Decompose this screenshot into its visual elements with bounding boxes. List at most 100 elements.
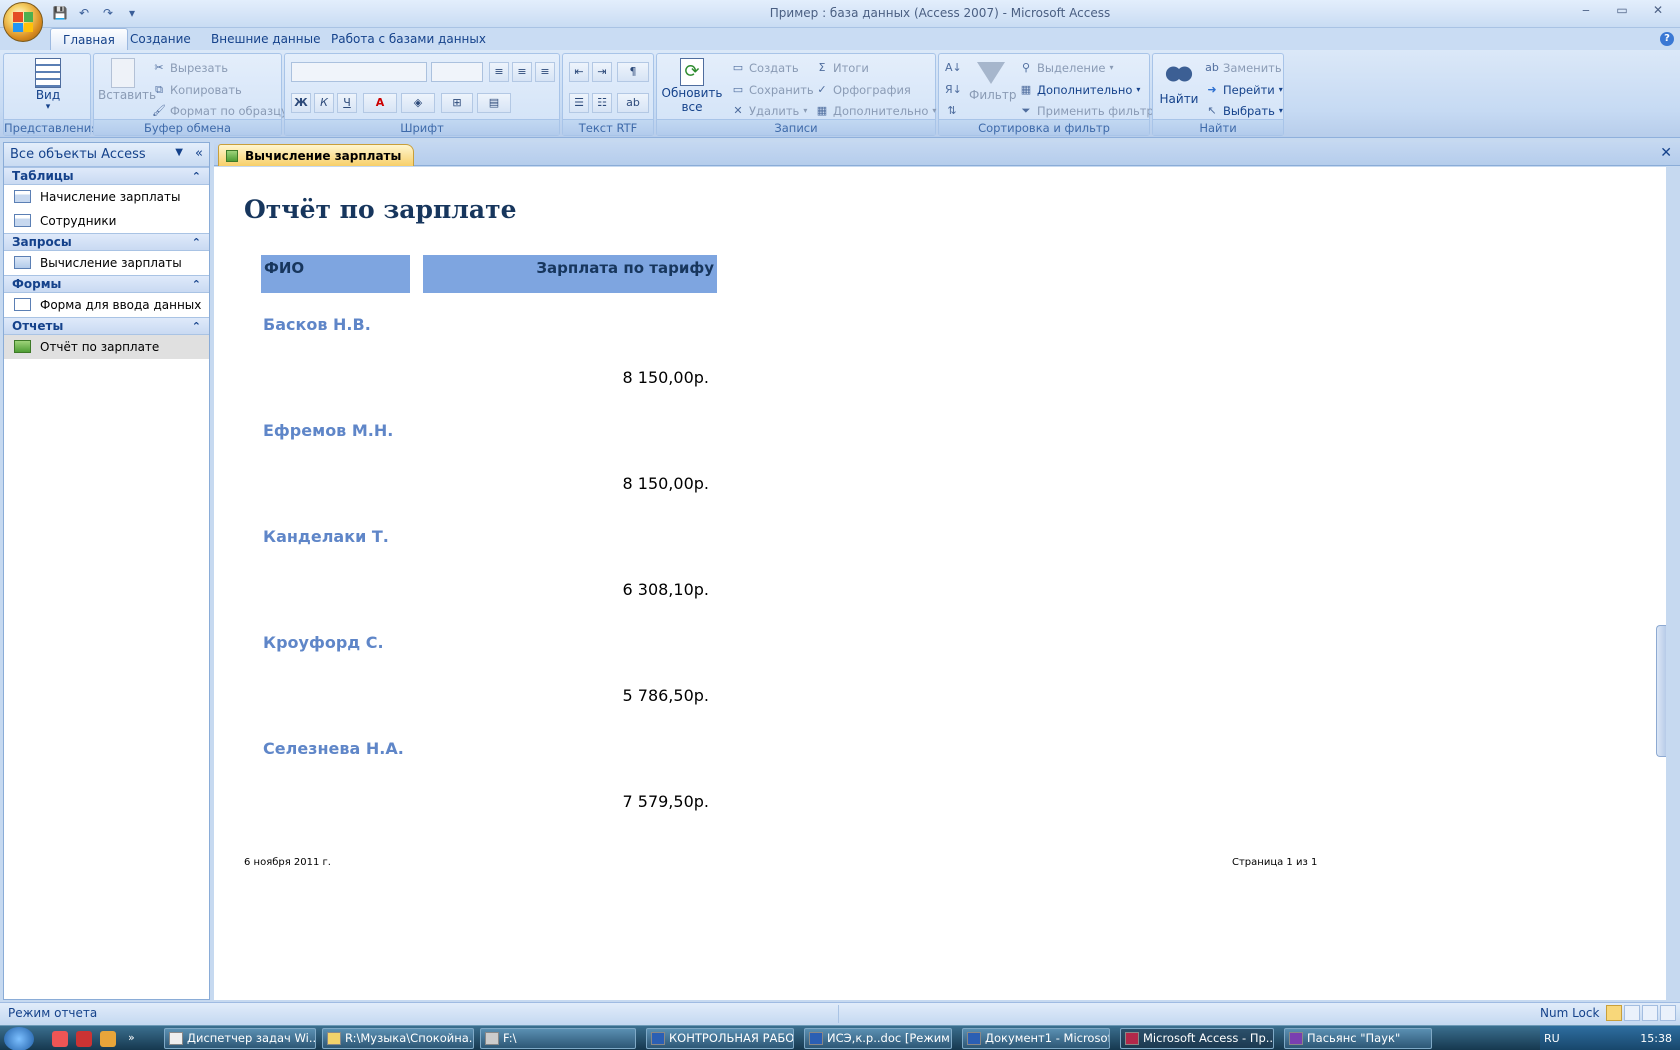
- taskbar-button[interactable]: КОНТРОЛЬНАЯ РАБО...: [646, 1028, 794, 1049]
- refresh-all-label: Обновить все: [661, 86, 723, 114]
- paste-button[interactable]: Вставить: [98, 58, 156, 102]
- minimize-button[interactable]: ‒: [1568, 0, 1604, 20]
- table-icon: [14, 214, 31, 227]
- maximize-button[interactable]: ▭: [1604, 0, 1640, 20]
- new-record-button[interactable]: ▭ Создать: [731, 58, 799, 78]
- font-size-select[interactable]: [431, 62, 483, 82]
- nav-group-forms[interactable]: Формы ⌃: [4, 275, 209, 293]
- font-name-select[interactable]: [291, 62, 427, 82]
- query-icon: [14, 256, 31, 269]
- decrease-indent-icon[interactable]: ⇤: [569, 62, 589, 82]
- cut-button[interactable]: ✂ Вырезать: [152, 58, 228, 78]
- underline-button[interactable]: Ч: [337, 93, 357, 113]
- totals-button[interactable]: Σ Итоги: [815, 58, 869, 78]
- select-button[interactable]: ↖ Выбрать ▾: [1205, 101, 1283, 121]
- nav-item-salary-table[interactable]: Начисление зарплаты: [4, 185, 209, 209]
- selection-icon: ⚲: [1021, 61, 1031, 74]
- sort-descending-icon[interactable]: Я↓: [945, 80, 962, 100]
- nav-group-reports[interactable]: Отчеты ⌃: [4, 317, 209, 335]
- collapse-pane-icon[interactable]: «: [195, 146, 203, 161]
- view-icon: [35, 58, 61, 88]
- view-button[interactable]: Вид ▾: [18, 58, 78, 112]
- toggle-filter-button[interactable]: ⏷ Применить фильтр: [1019, 101, 1154, 121]
- chevron-down-icon: ▾: [1278, 85, 1283, 94]
- more-records-button[interactable]: ▦ Дополнительно ▾: [815, 101, 937, 121]
- clock[interactable]: 15:38: [1640, 1032, 1672, 1045]
- taskbar-button-label: Диспетчер задач Wi...: [187, 1031, 316, 1045]
- highlight-icon[interactable]: ab: [617, 93, 649, 113]
- nav-item-label: Вычисление зарплаты: [40, 256, 182, 270]
- help-icon[interactable]: ?: [1660, 32, 1674, 46]
- gridlines-icon[interactable]: ⊞: [441, 93, 473, 113]
- quicklaunch-opera-icon[interactable]: [52, 1031, 68, 1047]
- group-rtf-label: Текст RTF: [563, 119, 653, 135]
- print-preview-icon[interactable]: [1624, 1005, 1640, 1021]
- nav-pane-header[interactable]: Все объекты Access ▼ «: [4, 143, 209, 167]
- layout-view-icon[interactable]: [1642, 1005, 1658, 1021]
- nav-item-employees[interactable]: Сотрудники: [4, 209, 209, 233]
- font-color-button[interactable]: A: [363, 93, 397, 113]
- quicklaunch-app-icon[interactable]: [76, 1031, 92, 1047]
- replace-button[interactable]: ab Заменить: [1205, 58, 1282, 78]
- close-document-icon[interactable]: ✕: [1660, 145, 1672, 161]
- quicklaunch-app2-icon[interactable]: [100, 1031, 116, 1047]
- tab-salary-calculation[interactable]: Вычисление зарплаты: [218, 144, 415, 166]
- taskbar-button[interactable]: Документ1 - Microsof...: [962, 1028, 1110, 1049]
- taskbar-button-active[interactable]: Microsoft Access - Пр...: [1120, 1028, 1274, 1049]
- group-records: ⟳ Обновить все ▭ Создать ▭ Сохранить ✕ Удал…: [656, 53, 936, 136]
- taskbar-button-label: ИСЭ,к.р..doc [Режим ...: [827, 1031, 952, 1045]
- tab-home[interactable]: Главная: [50, 28, 128, 50]
- chevron-down-icon: ▾: [803, 106, 808, 115]
- start-button[interactable]: [4, 1027, 34, 1050]
- nav-item-input-form[interactable]: Форма для ввода данных: [4, 293, 209, 317]
- align-right-icon[interactable]: ≡: [535, 62, 555, 82]
- nav-item-salary-report[interactable]: Отчёт по зарплате: [4, 335, 209, 359]
- spelling-button[interactable]: ✓ Орфография: [815, 80, 910, 100]
- delete-button[interactable]: ✕ Удалить ▾: [731, 101, 807, 121]
- goto-button[interactable]: ➜ Перейти ▾: [1205, 80, 1283, 100]
- report-view-icon[interactable]: [1606, 1005, 1622, 1021]
- quicklaunch-more-icon[interactable]: »: [128, 1031, 144, 1047]
- nav-item-salary-query[interactable]: Вычисление зарплаты: [4, 251, 209, 275]
- new-record-icon: ▭: [732, 61, 744, 74]
- format-painter-button[interactable]: 🖌 Формат по образцу: [152, 101, 288, 121]
- advanced-filter-button[interactable]: ▦ Дополнительно ▾: [1019, 80, 1141, 100]
- sort-ascending-icon[interactable]: A↓: [945, 58, 962, 78]
- employee-name: Кроуфорд С.: [263, 633, 384, 652]
- office-button[interactable]: [3, 2, 43, 42]
- align-left-icon[interactable]: ≡: [489, 62, 509, 82]
- clear-sort-icon[interactable]: ⇅: [945, 101, 959, 121]
- nav-item-label: Форма для ввода данных: [40, 298, 202, 312]
- scrollbar-handle[interactable]: [1656, 625, 1666, 757]
- bold-button[interactable]: Ж: [291, 93, 311, 113]
- italic-button[interactable]: К: [314, 93, 334, 113]
- tab-create[interactable]: Создание: [118, 28, 203, 50]
- paragraph-icon[interactable]: ¶: [617, 62, 649, 82]
- design-view-icon[interactable]: [1660, 1005, 1676, 1021]
- chevron-down-icon[interactable]: ▼: [175, 147, 183, 158]
- nav-group-queries[interactable]: Запросы ⌃: [4, 233, 209, 251]
- numbering-icon[interactable]: ☰: [569, 93, 589, 113]
- taskbar-button[interactable]: F:\: [480, 1028, 636, 1049]
- language-indicator[interactable]: RU: [1544, 1032, 1560, 1045]
- bullets-icon[interactable]: ☷: [592, 93, 612, 113]
- selection-button[interactable]: ⚲ Выделение ▾: [1019, 58, 1114, 78]
- nav-group-tables[interactable]: Таблицы ⌃: [4, 167, 209, 185]
- taskbar-button[interactable]: ИСЭ,к.р..doc [Режим ...: [804, 1028, 952, 1049]
- alternate-fill-icon[interactable]: ▤: [477, 93, 511, 113]
- document-tab-bar: Вычисление зарплаты ✕: [214, 142, 1680, 166]
- taskbar-button[interactable]: R:\Музыка\Спокойна...: [322, 1028, 474, 1049]
- find-button[interactable]: Найти: [1157, 58, 1201, 106]
- increase-indent-icon[interactable]: ⇥: [592, 62, 612, 82]
- refresh-all-button[interactable]: ⟳ Обновить все: [661, 58, 723, 114]
- copy-button[interactable]: ⧉ Копировать: [152, 80, 242, 100]
- save-record-button[interactable]: ▭ Сохранить: [731, 80, 814, 100]
- align-center-icon[interactable]: ≡: [512, 62, 532, 82]
- fill-color-icon[interactable]: ◈: [401, 93, 435, 113]
- close-button[interactable]: ✕: [1640, 0, 1676, 20]
- taskbar-button[interactable]: Пасьянс "Паук": [1284, 1028, 1432, 1049]
- filter-button[interactable]: Фильтр: [969, 58, 1016, 102]
- tab-external-data[interactable]: Внешние данные: [199, 28, 332, 50]
- tab-database-tools[interactable]: Работа с базами данных: [319, 28, 498, 50]
- taskbar-button[interactable]: Диспетчер задач Wi...: [164, 1028, 316, 1049]
